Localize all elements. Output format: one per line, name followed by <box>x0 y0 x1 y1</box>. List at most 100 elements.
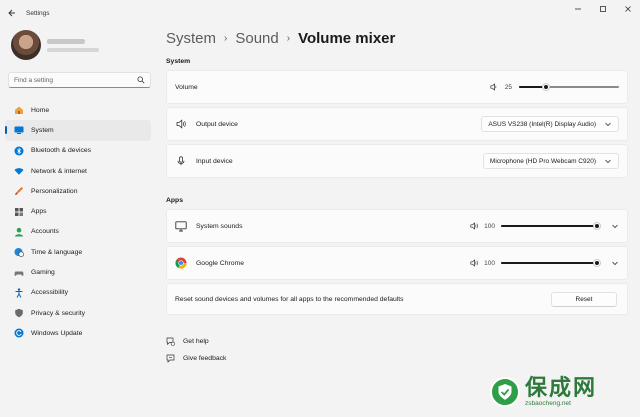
chevron-down-icon <box>604 157 612 165</box>
sidebar-item-privacy[interactable]: Privacy & security <box>5 303 151 323</box>
sidebar-item-apps[interactable]: Apps <box>5 201 151 221</box>
search-box[interactable] <box>8 72 151 88</box>
give-feedback-link[interactable]: Give feedback <box>166 350 226 367</box>
volume-card: Volume 25 <box>166 70 628 104</box>
speaker-icon[interactable] <box>490 83 498 91</box>
monitor-icon <box>175 220 187 232</box>
sidebar-item-windows-update[interactable]: Windows Update <box>5 323 151 343</box>
output-device-label: Output device <box>196 120 238 128</box>
sidebar-item-label: Accounts <box>31 228 59 236</box>
watermark-text: 保成网 <box>525 375 598 400</box>
sidebar-item-label: Accessibility <box>31 289 69 297</box>
app-volume-slider[interactable] <box>501 259 601 267</box>
slider-thumb[interactable] <box>593 222 601 230</box>
input-device-selected: Microphone (HD Pro Webcam C920) <box>489 157 596 165</box>
help-links: Get help Give feedback <box>166 333 226 367</box>
sidebar-item-home[interactable]: Home <box>5 100 151 120</box>
slider-thumb[interactable] <box>593 259 601 267</box>
section-heading-apps: Apps <box>166 197 183 204</box>
output-device-selected: ASUS VS238 (Intel(R) Display Audio) <box>488 120 596 128</box>
window-controls <box>565 0 640 18</box>
app-volume-control: 100 <box>470 222 619 230</box>
speaker-icon[interactable] <box>470 222 478 230</box>
reset-description: Reset sound devices and volumes for all … <box>175 295 404 303</box>
accessibility-icon <box>14 288 24 298</box>
help-icon <box>166 337 175 346</box>
sidebar: Home System Bluetooth & devices Network … <box>0 26 160 417</box>
gamepad-icon <box>14 268 24 278</box>
sidebar-item-label: Personalization <box>31 187 78 195</box>
reset-button[interactable]: Reset <box>551 291 617 307</box>
watermark-shield-icon <box>490 376 520 407</box>
sidebar-item-accessibility[interactable]: Accessibility <box>5 283 151 303</box>
sidebar-item-time-language[interactable]: Time & language <box>5 242 151 262</box>
chevron-down-icon[interactable] <box>611 259 619 267</box>
speaker-icon[interactable] <box>470 259 478 267</box>
chevron-down-icon[interactable] <box>611 222 619 230</box>
sidebar-item-system[interactable]: System <box>5 120 151 141</box>
app-volume-slider[interactable] <box>501 222 601 230</box>
feedback-icon <box>166 354 175 363</box>
app-volume-control: 100 <box>470 259 619 267</box>
search-input[interactable] <box>14 76 137 84</box>
sidebar-item-label: Network & internet <box>31 167 87 175</box>
breadcrumb-separator: › <box>224 33 228 44</box>
shield-icon <box>14 308 24 318</box>
output-device-dropdown[interactable]: ASUS VS238 (Intel(R) Display Audio) <box>481 116 619 132</box>
update-icon <box>14 328 24 338</box>
watermark-url: zsbaocheng.net <box>525 400 571 407</box>
chrome-icon <box>175 257 187 269</box>
get-help-link[interactable]: Get help <box>166 333 226 350</box>
sidebar-item-label: System <box>31 126 54 134</box>
globe-clock-icon <box>14 247 24 258</box>
output-device-card: Output device ASUS VS238 (Intel(R) Displ… <box>166 107 628 141</box>
give-feedback-label: Give feedback <box>183 355 227 362</box>
maximize-icon[interactable] <box>590 0 615 18</box>
watermark: 保成网 zsbaocheng.net <box>490 376 597 407</box>
sidebar-item-bluetooth[interactable]: Bluetooth & devices <box>5 141 151 161</box>
sidebar-item-accounts[interactable]: Accounts <box>5 222 151 242</box>
chevron-down-icon <box>604 120 612 128</box>
master-volume-slider[interactable] <box>519 83 619 91</box>
back-arrow-icon[interactable] <box>6 7 18 19</box>
account-icon <box>14 227 24 237</box>
breadcrumb-sound[interactable]: Sound <box>235 30 278 47</box>
input-device-dropdown[interactable]: Microphone (HD Pro Webcam C920) <box>482 153 619 169</box>
sidebar-item-network[interactable]: Network & internet <box>5 161 151 181</box>
sidebar-item-label: Time & language <box>31 248 83 256</box>
sidebar-item-label: Bluetooth & devices <box>31 147 92 155</box>
get-help-label: Get help <box>183 338 209 345</box>
close-icon[interactable] <box>615 0 640 18</box>
sidebar-item-label: Apps <box>31 208 47 216</box>
speaker-icon <box>175 118 187 130</box>
app-name: Google Chrome <box>196 259 244 267</box>
breadcrumb: System › Sound › Volume mixer <box>166 30 395 47</box>
window-title: Settings <box>26 9 50 17</box>
app-name: System sounds <box>196 222 243 230</box>
master-volume-value: 25 <box>504 83 512 91</box>
app-row-system-sounds: System sounds 100 <box>166 209 628 243</box>
search-icon[interactable] <box>137 76 145 84</box>
reset-row: Reset sound devices and volumes for all … <box>166 283 628 315</box>
brush-icon <box>14 186 24 196</box>
system-icon <box>14 125 24 135</box>
volume-label: Volume <box>175 83 198 91</box>
bluetooth-icon <box>14 146 24 156</box>
title-bar: Settings <box>0 0 640 26</box>
sidebar-item-personalization[interactable]: Personalization <box>5 181 151 201</box>
home-icon <box>14 105 24 115</box>
sidebar-item-label: Gaming <box>31 269 55 277</box>
user-info-redacted <box>47 38 99 52</box>
master-volume-control: 25 <box>490 83 619 91</box>
user-profile[interactable] <box>11 30 99 60</box>
app-volume-value: 100 <box>484 259 495 267</box>
breadcrumb-system[interactable]: System <box>166 30 216 47</box>
minimize-icon[interactable] <box>565 0 590 18</box>
input-device-label: Input device <box>196 157 233 165</box>
sidebar-item-label: Privacy & security <box>31 309 86 317</box>
sidebar-item-gaming[interactable]: Gaming <box>5 262 151 282</box>
wifi-icon <box>14 166 24 176</box>
slider-thumb[interactable] <box>542 83 550 91</box>
sidebar-nav: Home System Bluetooth & devices Network … <box>5 100 151 344</box>
sidebar-item-label: Windows Update <box>31 329 83 337</box>
